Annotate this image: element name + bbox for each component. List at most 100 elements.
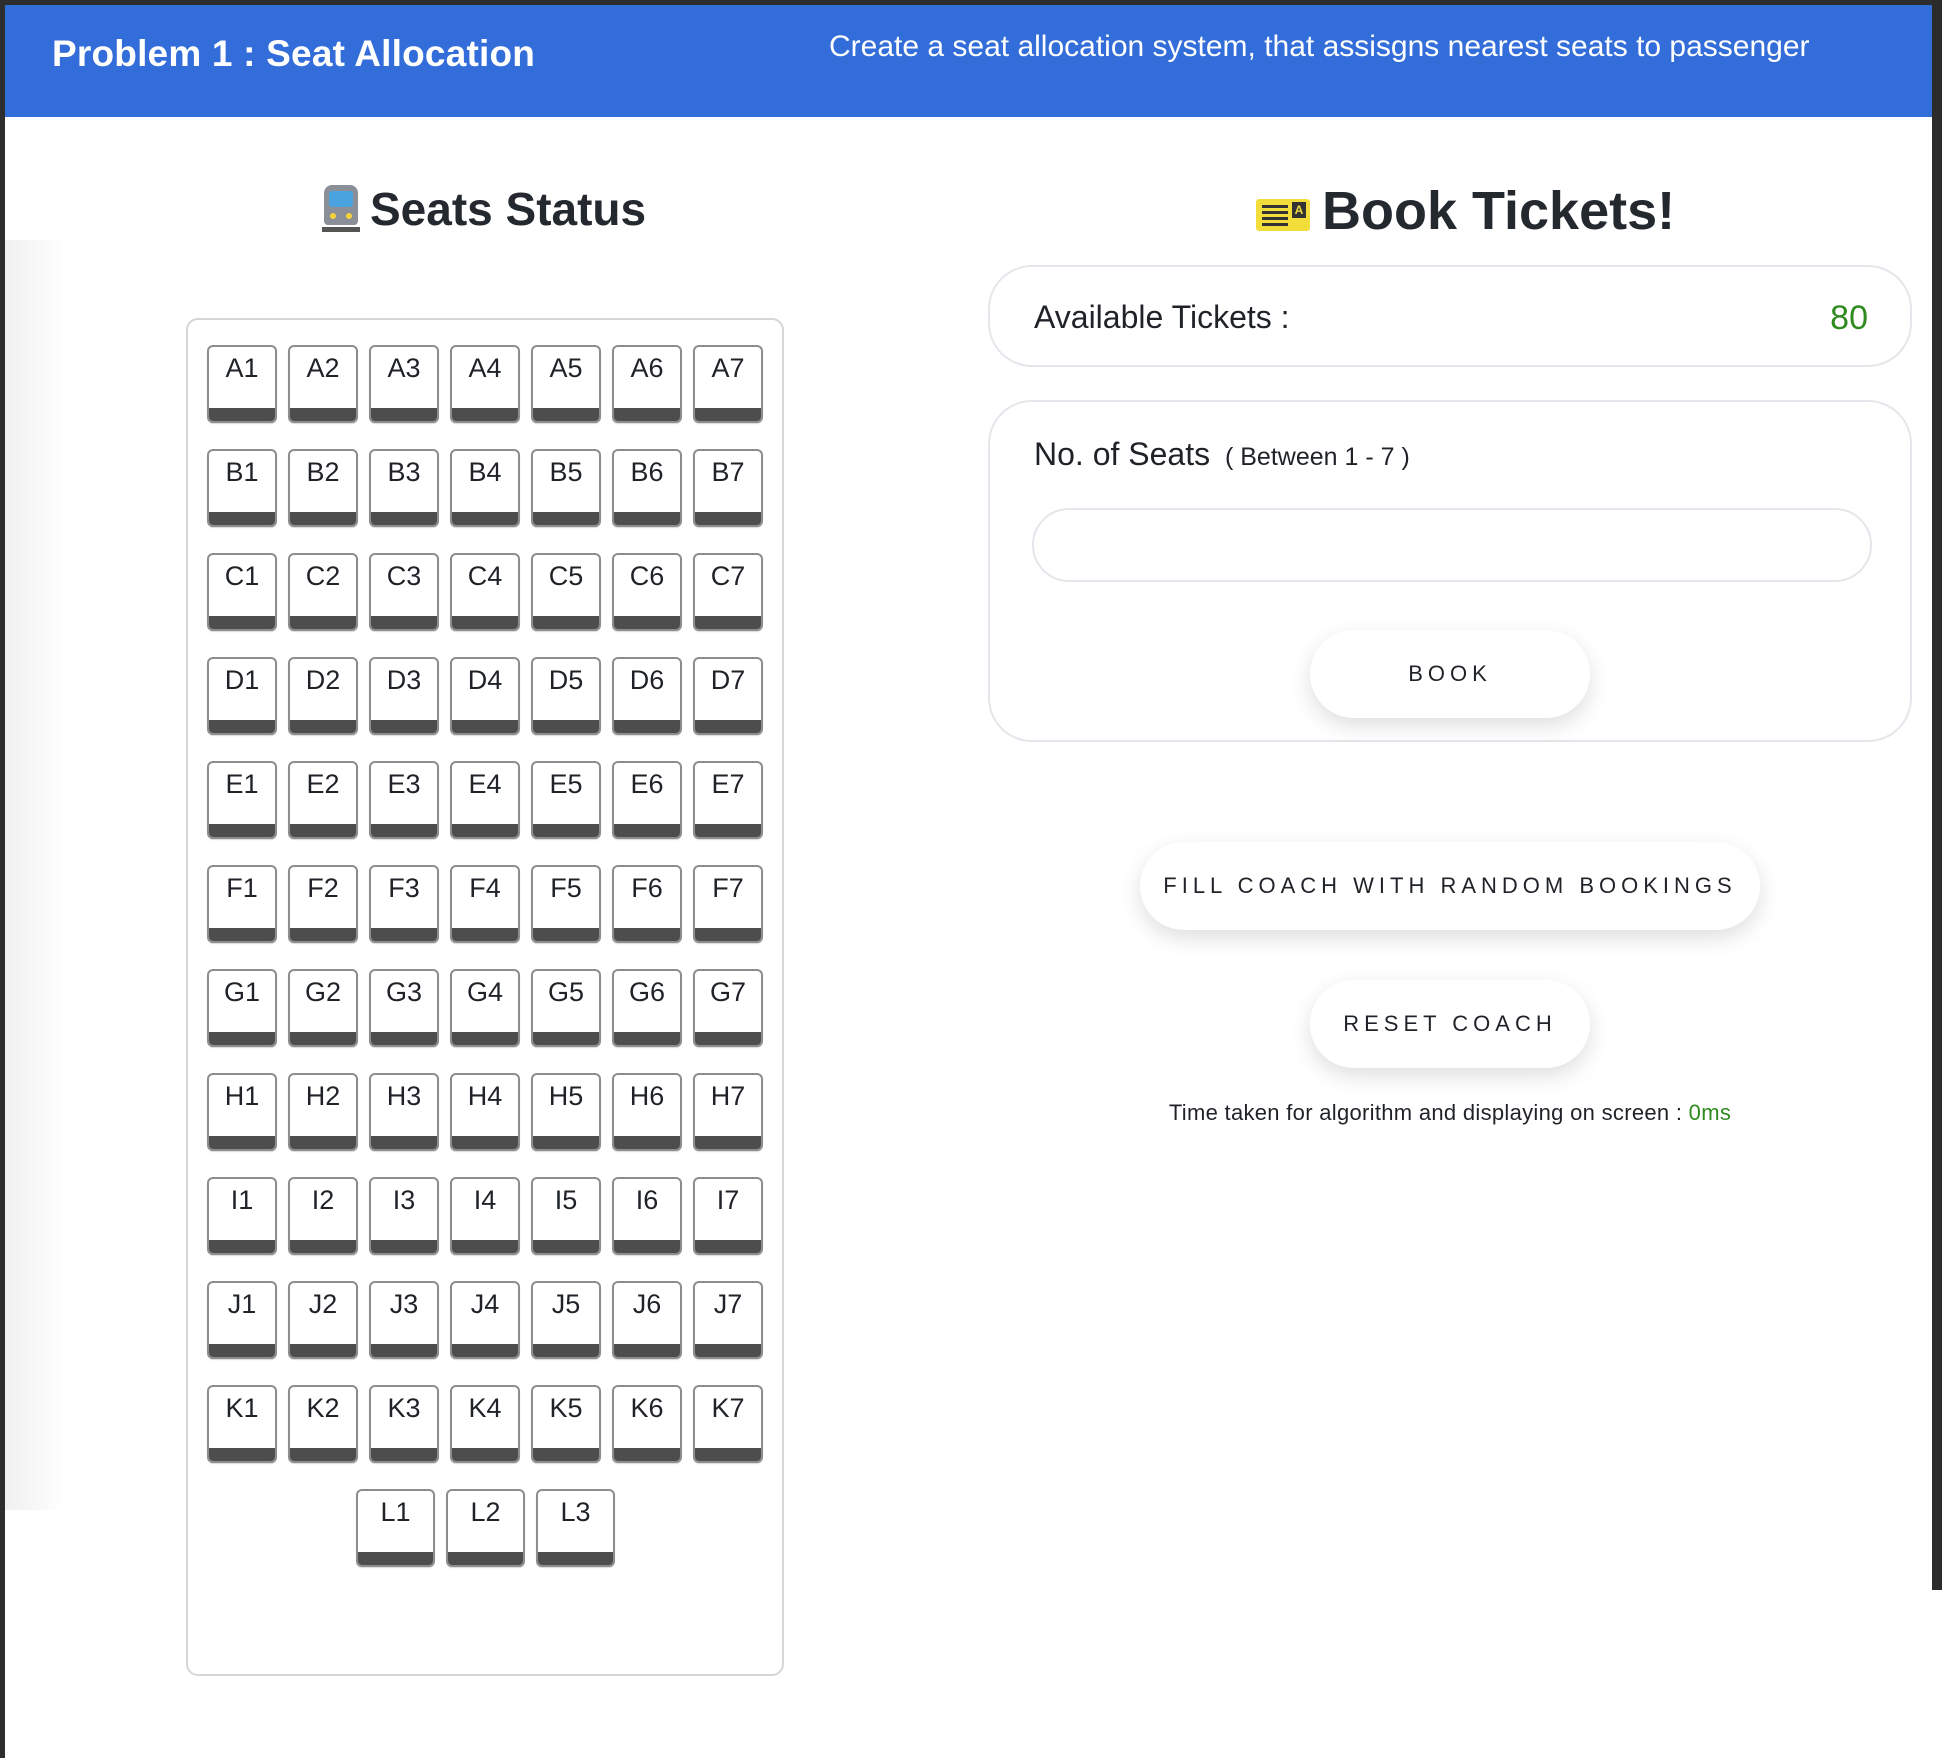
seat-f5[interactable]: F5	[531, 865, 601, 943]
seat-c6[interactable]: C6	[612, 553, 682, 631]
seat-h1[interactable]: H1	[207, 1073, 277, 1151]
seat-f4[interactable]: F4	[450, 865, 520, 943]
seat-label: F3	[388, 873, 420, 903]
seat-d5[interactable]: D5	[531, 657, 601, 735]
seat-label: G2	[304, 977, 342, 1007]
seat-k7[interactable]: K7	[693, 1385, 763, 1463]
seat-f6[interactable]: F6	[612, 865, 682, 943]
seat-g1[interactable]: G1	[207, 969, 277, 1047]
seat-h2[interactable]: H2	[288, 1073, 358, 1151]
seat-i3[interactable]: I3	[369, 1177, 439, 1255]
seat-base	[452, 1344, 518, 1357]
seat-label: B2	[306, 457, 340, 487]
seat-i4[interactable]: I4	[450, 1177, 520, 1255]
seat-h6[interactable]: H6	[612, 1073, 682, 1151]
seat-d2[interactable]: D2	[288, 657, 358, 735]
seat-b2[interactable]: B2	[288, 449, 358, 527]
seat-j5[interactable]: J5	[531, 1281, 601, 1359]
seat-a5[interactable]: A5	[531, 345, 601, 423]
seat-a1[interactable]: A1	[207, 345, 277, 423]
seat-i6[interactable]: I6	[612, 1177, 682, 1255]
seat-g7[interactable]: G7	[693, 969, 763, 1047]
seat-e6[interactable]: E6	[612, 761, 682, 839]
seat-e5[interactable]: E5	[531, 761, 601, 839]
seat-e3[interactable]: E3	[369, 761, 439, 839]
seat-label: F1	[226, 873, 258, 903]
seat-c3[interactable]: C3	[369, 553, 439, 631]
seat-c7[interactable]: C7	[693, 553, 763, 631]
seat-j6[interactable]: J6	[612, 1281, 682, 1359]
seat-base	[614, 720, 680, 733]
seat-b3[interactable]: B3	[369, 449, 439, 527]
seat-g6[interactable]: G6	[612, 969, 682, 1047]
seat-h5[interactable]: H5	[531, 1073, 601, 1151]
seat-base	[209, 512, 275, 525]
left-shadow	[5, 240, 65, 1510]
seat-i7[interactable]: I7	[693, 1177, 763, 1255]
seat-d1[interactable]: D1	[207, 657, 277, 735]
seat-e4[interactable]: E4	[450, 761, 520, 839]
seat-h7[interactable]: H7	[693, 1073, 763, 1151]
seat-e7[interactable]: E7	[693, 761, 763, 839]
seat-k1[interactable]: K1	[207, 1385, 277, 1463]
seat-c2[interactable]: C2	[288, 553, 358, 631]
seat-g4[interactable]: G4	[450, 969, 520, 1047]
page-title: Problem 1 : Seat Allocation	[52, 33, 536, 74]
seat-label: E1	[225, 769, 259, 799]
seat-label: I3	[392, 1185, 416, 1215]
seat-h4[interactable]: H4	[450, 1073, 520, 1151]
seat-base	[452, 824, 518, 837]
seat-b7[interactable]: B7	[693, 449, 763, 527]
seat-e1[interactable]: E1	[207, 761, 277, 839]
seat-k3[interactable]: K3	[369, 1385, 439, 1463]
seat-label: J1	[227, 1289, 257, 1319]
seat-c5[interactable]: C5	[531, 553, 601, 631]
seat-base	[452, 512, 518, 525]
seat-c1[interactable]: C1	[207, 553, 277, 631]
seat-b4[interactable]: B4	[450, 449, 520, 527]
seat-f2[interactable]: F2	[288, 865, 358, 943]
seat-a3[interactable]: A3	[369, 345, 439, 423]
seat-k4[interactable]: K4	[450, 1385, 520, 1463]
seat-j4[interactable]: J4	[450, 1281, 520, 1359]
seat-l2[interactable]: L2	[446, 1489, 525, 1567]
seat-j3[interactable]: J3	[369, 1281, 439, 1359]
seat-l1[interactable]: L1	[356, 1489, 435, 1567]
seat-a2[interactable]: A2	[288, 345, 358, 423]
seat-f3[interactable]: F3	[369, 865, 439, 943]
seat-j7[interactable]: J7	[693, 1281, 763, 1359]
seat-h3[interactable]: H3	[369, 1073, 439, 1151]
seat-b1[interactable]: B1	[207, 449, 277, 527]
seat-j2[interactable]: J2	[288, 1281, 358, 1359]
seat-j1[interactable]: J1	[207, 1281, 277, 1359]
coach-seat-grid: A1 A2 A3 A4 A5 A6 A7 B1 B2 B3 B4 B5 B6 B7 C1 C2 C3 C4 C5 C6…	[186, 318, 784, 1676]
seat-label: C6	[629, 561, 665, 591]
seat-f1[interactable]: F1	[207, 865, 277, 943]
seat-i2[interactable]: I2	[288, 1177, 358, 1255]
seat-base	[358, 1552, 433, 1565]
seat-base	[452, 928, 518, 941]
seat-a6[interactable]: A6	[612, 345, 682, 423]
seat-d4[interactable]: D4	[450, 657, 520, 735]
seat-b6[interactable]: B6	[612, 449, 682, 527]
seat-base	[614, 512, 680, 525]
seat-f7[interactable]: F7	[693, 865, 763, 943]
seat-g5[interactable]: G5	[531, 969, 601, 1047]
seat-g2[interactable]: G2	[288, 969, 358, 1047]
seat-d6[interactable]: D6	[612, 657, 682, 735]
seat-e2[interactable]: E2	[288, 761, 358, 839]
seat-k6[interactable]: K6	[612, 1385, 682, 1463]
seat-d7[interactable]: D7	[693, 657, 763, 735]
seat-g3[interactable]: G3	[369, 969, 439, 1047]
seat-i1[interactable]: I1	[207, 1177, 277, 1255]
seat-d3[interactable]: D3	[369, 657, 439, 735]
seat-a4[interactable]: A4	[450, 345, 520, 423]
seat-i5[interactable]: I5	[531, 1177, 601, 1255]
seat-l3[interactable]: L3	[536, 1489, 615, 1567]
seat-k5[interactable]: K5	[531, 1385, 601, 1463]
seat-c4[interactable]: C4	[450, 553, 520, 631]
seat-k2[interactable]: K2	[288, 1385, 358, 1463]
seat-label: J6	[632, 1289, 662, 1319]
seat-b5[interactable]: B5	[531, 449, 601, 527]
seat-a7[interactable]: A7	[693, 345, 763, 423]
